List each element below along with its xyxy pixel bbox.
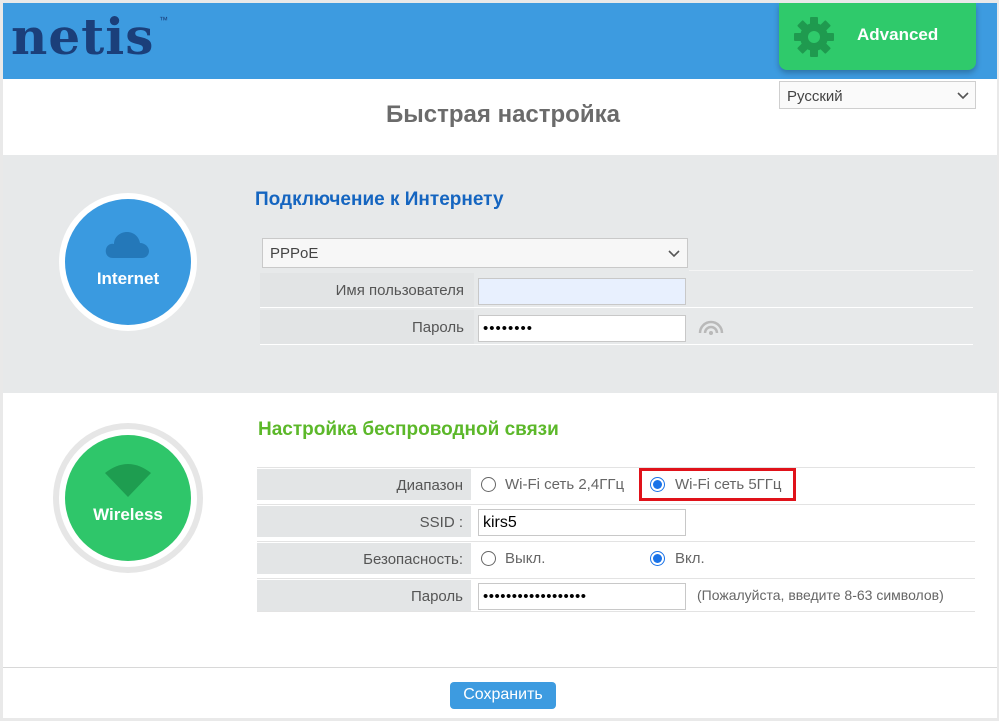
band-24ghz-label: Wi-Fi сеть 2,4ГГц: [505, 476, 625, 493]
security-row: Безопасность: Выкл. Вкл.: [257, 541, 975, 575]
ssid-label: SSID :: [257, 506, 471, 537]
wireless-section: Wireless Настройка беспроводной связи Ди…: [3, 393, 997, 668]
band-24ghz-radio[interactable]: [481, 477, 496, 492]
internet-section-title: Подключение к Интернету: [255, 189, 504, 210]
band-row: Диапазон Wi-Fi сеть 2,4ГГц Wi-Fi сеть 5Г…: [257, 467, 975, 501]
security-label: Безопасность:: [257, 543, 471, 574]
wireless-password-row: Пароль •••••••••••••••••• (Пожалуйста, в…: [257, 578, 975, 612]
internet-password-row: Пароль ••••••••: [260, 310, 973, 345]
band-5ghz-label: Wi-Fi сеть 5ГГц: [675, 476, 782, 493]
gear-icon: [794, 17, 834, 57]
security-on-label: Вкл.: [675, 550, 705, 567]
cloud-icon: [105, 232, 149, 258]
internet-circle-label: Internet: [96, 269, 160, 288]
internet-circle: Internet: [59, 193, 197, 331]
band-label: Диапазон: [257, 469, 471, 500]
header-bar: netis ™ Advanced: [3, 3, 997, 79]
security-off-radio[interactable]: [481, 551, 496, 566]
internet-password-label: Пароль: [260, 310, 474, 344]
internet-password-input[interactable]: ••••••••: [478, 315, 686, 342]
save-button[interactable]: Сохранить: [450, 682, 556, 709]
netis-logo: netis: [11, 7, 155, 66]
ssid-row: SSID : kirs5: [257, 504, 975, 538]
password-hint: (Пожалуйста, введите 8-63 символов): [697, 587, 944, 603]
show-password-icon[interactable]: [698, 319, 724, 337]
band-5ghz-radio[interactable]: [650, 477, 665, 492]
wifi-icon: [105, 464, 151, 497]
username-label: Имя пользователя: [260, 273, 474, 307]
security-off-label: Выкл.: [505, 550, 546, 567]
internet-section: Internet Подключение к Интернету PPPoE И…: [3, 155, 997, 393]
security-on-radio[interactable]: [650, 551, 665, 566]
username-input[interactable]: [478, 278, 686, 305]
router-page: netis ™ Advanced Русский Быстрая настрой…: [3, 3, 997, 718]
advanced-label: Advanced: [857, 25, 939, 44]
wireless-password-input[interactable]: ••••••••••••••••••: [478, 583, 686, 610]
username-row: Имя пользователя: [260, 273, 973, 308]
wireless-password-label: Пароль: [257, 580, 471, 611]
wireless-section-title: Настройка беспроводной связи: [258, 419, 559, 440]
chevron-down-icon: [957, 92, 969, 100]
footer-divider: [3, 667, 997, 668]
ssid-input[interactable]: kirs5: [478, 509, 686, 536]
wireless-circle: Wireless: [53, 423, 203, 573]
wireless-circle-label: Wireless: [93, 505, 163, 524]
page-title: Быстрая настройка: [386, 101, 620, 128]
connection-type-value: PPPoE: [270, 245, 319, 262]
chevron-down-icon: [668, 250, 680, 258]
logo-trademark: ™: [159, 15, 168, 25]
connection-type-select[interactable]: PPPoE: [262, 238, 688, 268]
advanced-button[interactable]: Advanced: [779, 3, 976, 70]
